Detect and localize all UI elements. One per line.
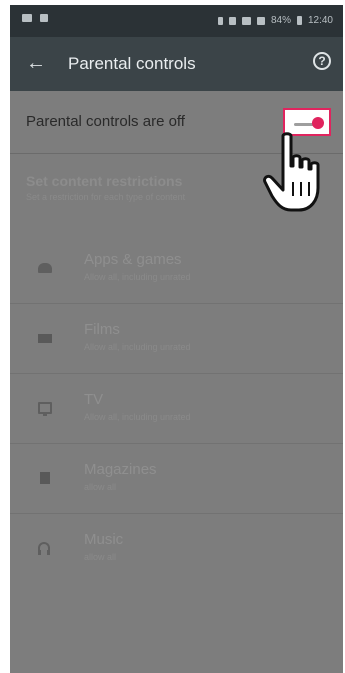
film-icon xyxy=(38,334,52,343)
category-desc: Allow all, including unrated xyxy=(84,412,191,422)
status-bar: 84% 12:40 xyxy=(10,5,343,37)
status-left-icons xyxy=(22,14,48,22)
category-name: TV xyxy=(84,391,104,408)
arrow-back-icon[interactable]: ← xyxy=(26,53,46,73)
category-tv[interactable]: TV Allow all, including unrated xyxy=(10,373,343,444)
bluetooth-icon xyxy=(217,16,223,25)
android-icon xyxy=(38,263,52,273)
category-name: Apps & games xyxy=(84,251,182,268)
hand-cursor-icon xyxy=(263,132,320,212)
category-name: Music xyxy=(84,531,124,548)
gallery-icon xyxy=(22,14,32,22)
category-name: Magazines xyxy=(84,461,157,478)
status-time: 12:40 xyxy=(307,15,333,26)
wrench-icon xyxy=(40,14,48,22)
category-name: Films xyxy=(84,321,120,338)
help-icon[interactable]: ? xyxy=(313,52,331,70)
magazine-icon xyxy=(40,472,50,484)
category-desc: Allow all, including unrated xyxy=(84,272,191,282)
category-desc: allow all xyxy=(84,482,117,492)
signal-icon xyxy=(256,16,265,25)
wifi-icon xyxy=(241,16,251,25)
category-apps-games[interactable]: Apps & games Allow all, including unrate… xyxy=(10,233,343,304)
toggle-knob xyxy=(312,117,324,129)
battery-percent: 84% xyxy=(270,15,291,26)
category-magazines[interactable]: Magazines allow all xyxy=(10,443,343,514)
category-films[interactable]: Films Allow all, including unrated xyxy=(10,303,343,374)
status-right: 84% 12:40 xyxy=(217,15,333,26)
category-desc: allow all xyxy=(84,552,117,562)
set-restrictions-subtitle: Set a restriction for each type of conte… xyxy=(26,192,186,202)
mute-icon xyxy=(228,16,236,25)
headphones-icon xyxy=(38,542,50,555)
category-music[interactable]: Music allow all xyxy=(10,513,343,583)
category-desc: Allow all, including unrated xyxy=(84,342,191,352)
phone-screen: 84% 12:40 ← Parental controls ? Parental… xyxy=(10,5,343,673)
set-restrictions-header: Set content restrictions Set a restricti… xyxy=(26,173,185,202)
set-restrictions-title: Set content restrictions xyxy=(26,173,183,189)
tv-icon xyxy=(38,402,52,416)
battery-icon xyxy=(296,16,302,25)
page-title: Parental controls xyxy=(68,54,196,73)
app-bar: ← Parental controls ? xyxy=(10,37,343,91)
parental-controls-label: Parental controls are off xyxy=(26,113,185,130)
